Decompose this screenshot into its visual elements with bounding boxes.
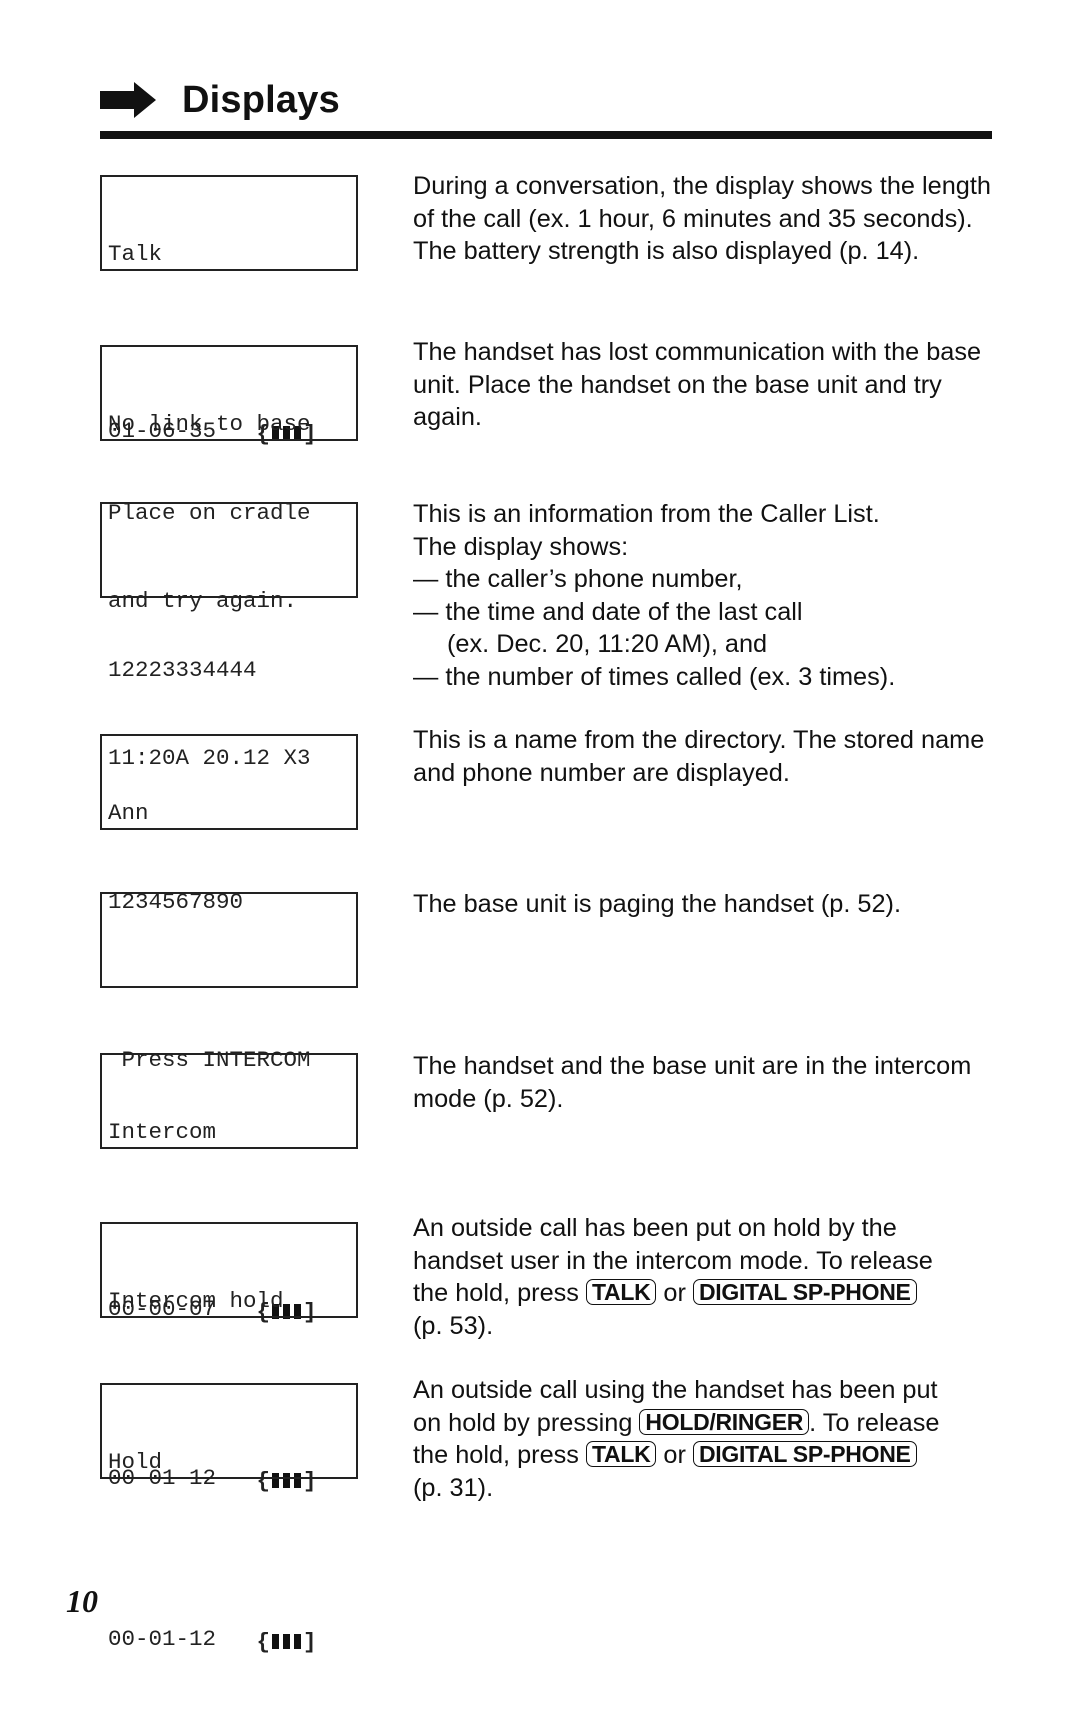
lcd-line xyxy=(108,1537,350,1567)
header-rule xyxy=(100,131,992,139)
section-header: Displays xyxy=(100,70,340,130)
page-title: Displays xyxy=(182,78,340,121)
talk-key-label: TALK xyxy=(585,1279,657,1305)
lcd-display-talk: Talk 01-06-35 {] xyxy=(100,175,358,447)
list-item: — the time and date of the last call xyxy=(413,597,803,626)
lcd-line: Ann xyxy=(108,800,149,826)
description-paging: The base unit is paging the handset (p. … xyxy=(413,890,901,918)
lcd-display-intercom-hold: Intercom hold 00-01-12 {] xyxy=(100,1222,358,1494)
right-arrow-icon xyxy=(100,82,156,118)
lcd-display-no-link: No link to base Place on cradle and try … xyxy=(100,345,358,614)
lcd-display-directory: Ann 1234567890 xyxy=(100,734,358,915)
lcd-line: Hold xyxy=(108,1449,163,1475)
description-directory: This is a name from the directory. The s… xyxy=(413,726,985,787)
digital-sp-phone-key-label: DIGITAL SP-PHONE xyxy=(692,1441,917,1467)
lcd-line: No link to base xyxy=(108,411,311,437)
talk-key-label: TALK xyxy=(585,1441,657,1467)
battery-icon: {] xyxy=(256,1629,317,1655)
digital-sp-phone-key-label: DIGITAL SP-PHONE xyxy=(692,1279,917,1305)
lcd-display-caller-list: 12223334444 11:20A 20.12 X3 xyxy=(100,502,358,771)
lcd-line xyxy=(108,957,350,987)
lcd-line: Intercom hold xyxy=(108,1288,284,1314)
lcd-display-intercom: Intercom 00-00-07 {] xyxy=(100,1053,358,1325)
lcd-display-paging: Press INTERCOM xyxy=(100,892,358,1073)
manual-page: Displays Talk 01-06-35 {] During a conve… xyxy=(0,0,1080,1669)
description-intercom: The handset and the base unit are in the… xyxy=(413,1052,972,1113)
hold-ringer-key-label: HOLD/RINGER xyxy=(639,1408,810,1435)
description-intercom-hold: An outside call has been put on hold by … xyxy=(413,1214,933,1340)
lcd-line xyxy=(108,567,350,597)
lcd-timer: 00-01-12 xyxy=(108,1626,257,1652)
lcd-line: Talk xyxy=(108,241,163,267)
page-number: 10 xyxy=(66,1583,98,1619)
lcd-line: Intercom xyxy=(108,1119,217,1145)
description-talk: During a conversation, the display shows… xyxy=(413,172,991,265)
list-item: — the caller’s phone number, xyxy=(413,565,743,593)
lcd-line: 12223334444 xyxy=(108,656,257,683)
description-hold: An outside call using the handset has be… xyxy=(413,1376,940,1502)
list-item-continuation: (ex. Dec. 20, 11:20 AM), and xyxy=(447,630,768,658)
description-no-link: The handset has lost communication with … xyxy=(413,338,982,431)
description-caller-list: This is an information from the Caller L… xyxy=(413,498,1003,693)
lcd-display-hold: Hold 00-01-12 {] xyxy=(100,1383,358,1655)
list-item: — the number of times called (ex. 3 time… xyxy=(413,662,896,691)
